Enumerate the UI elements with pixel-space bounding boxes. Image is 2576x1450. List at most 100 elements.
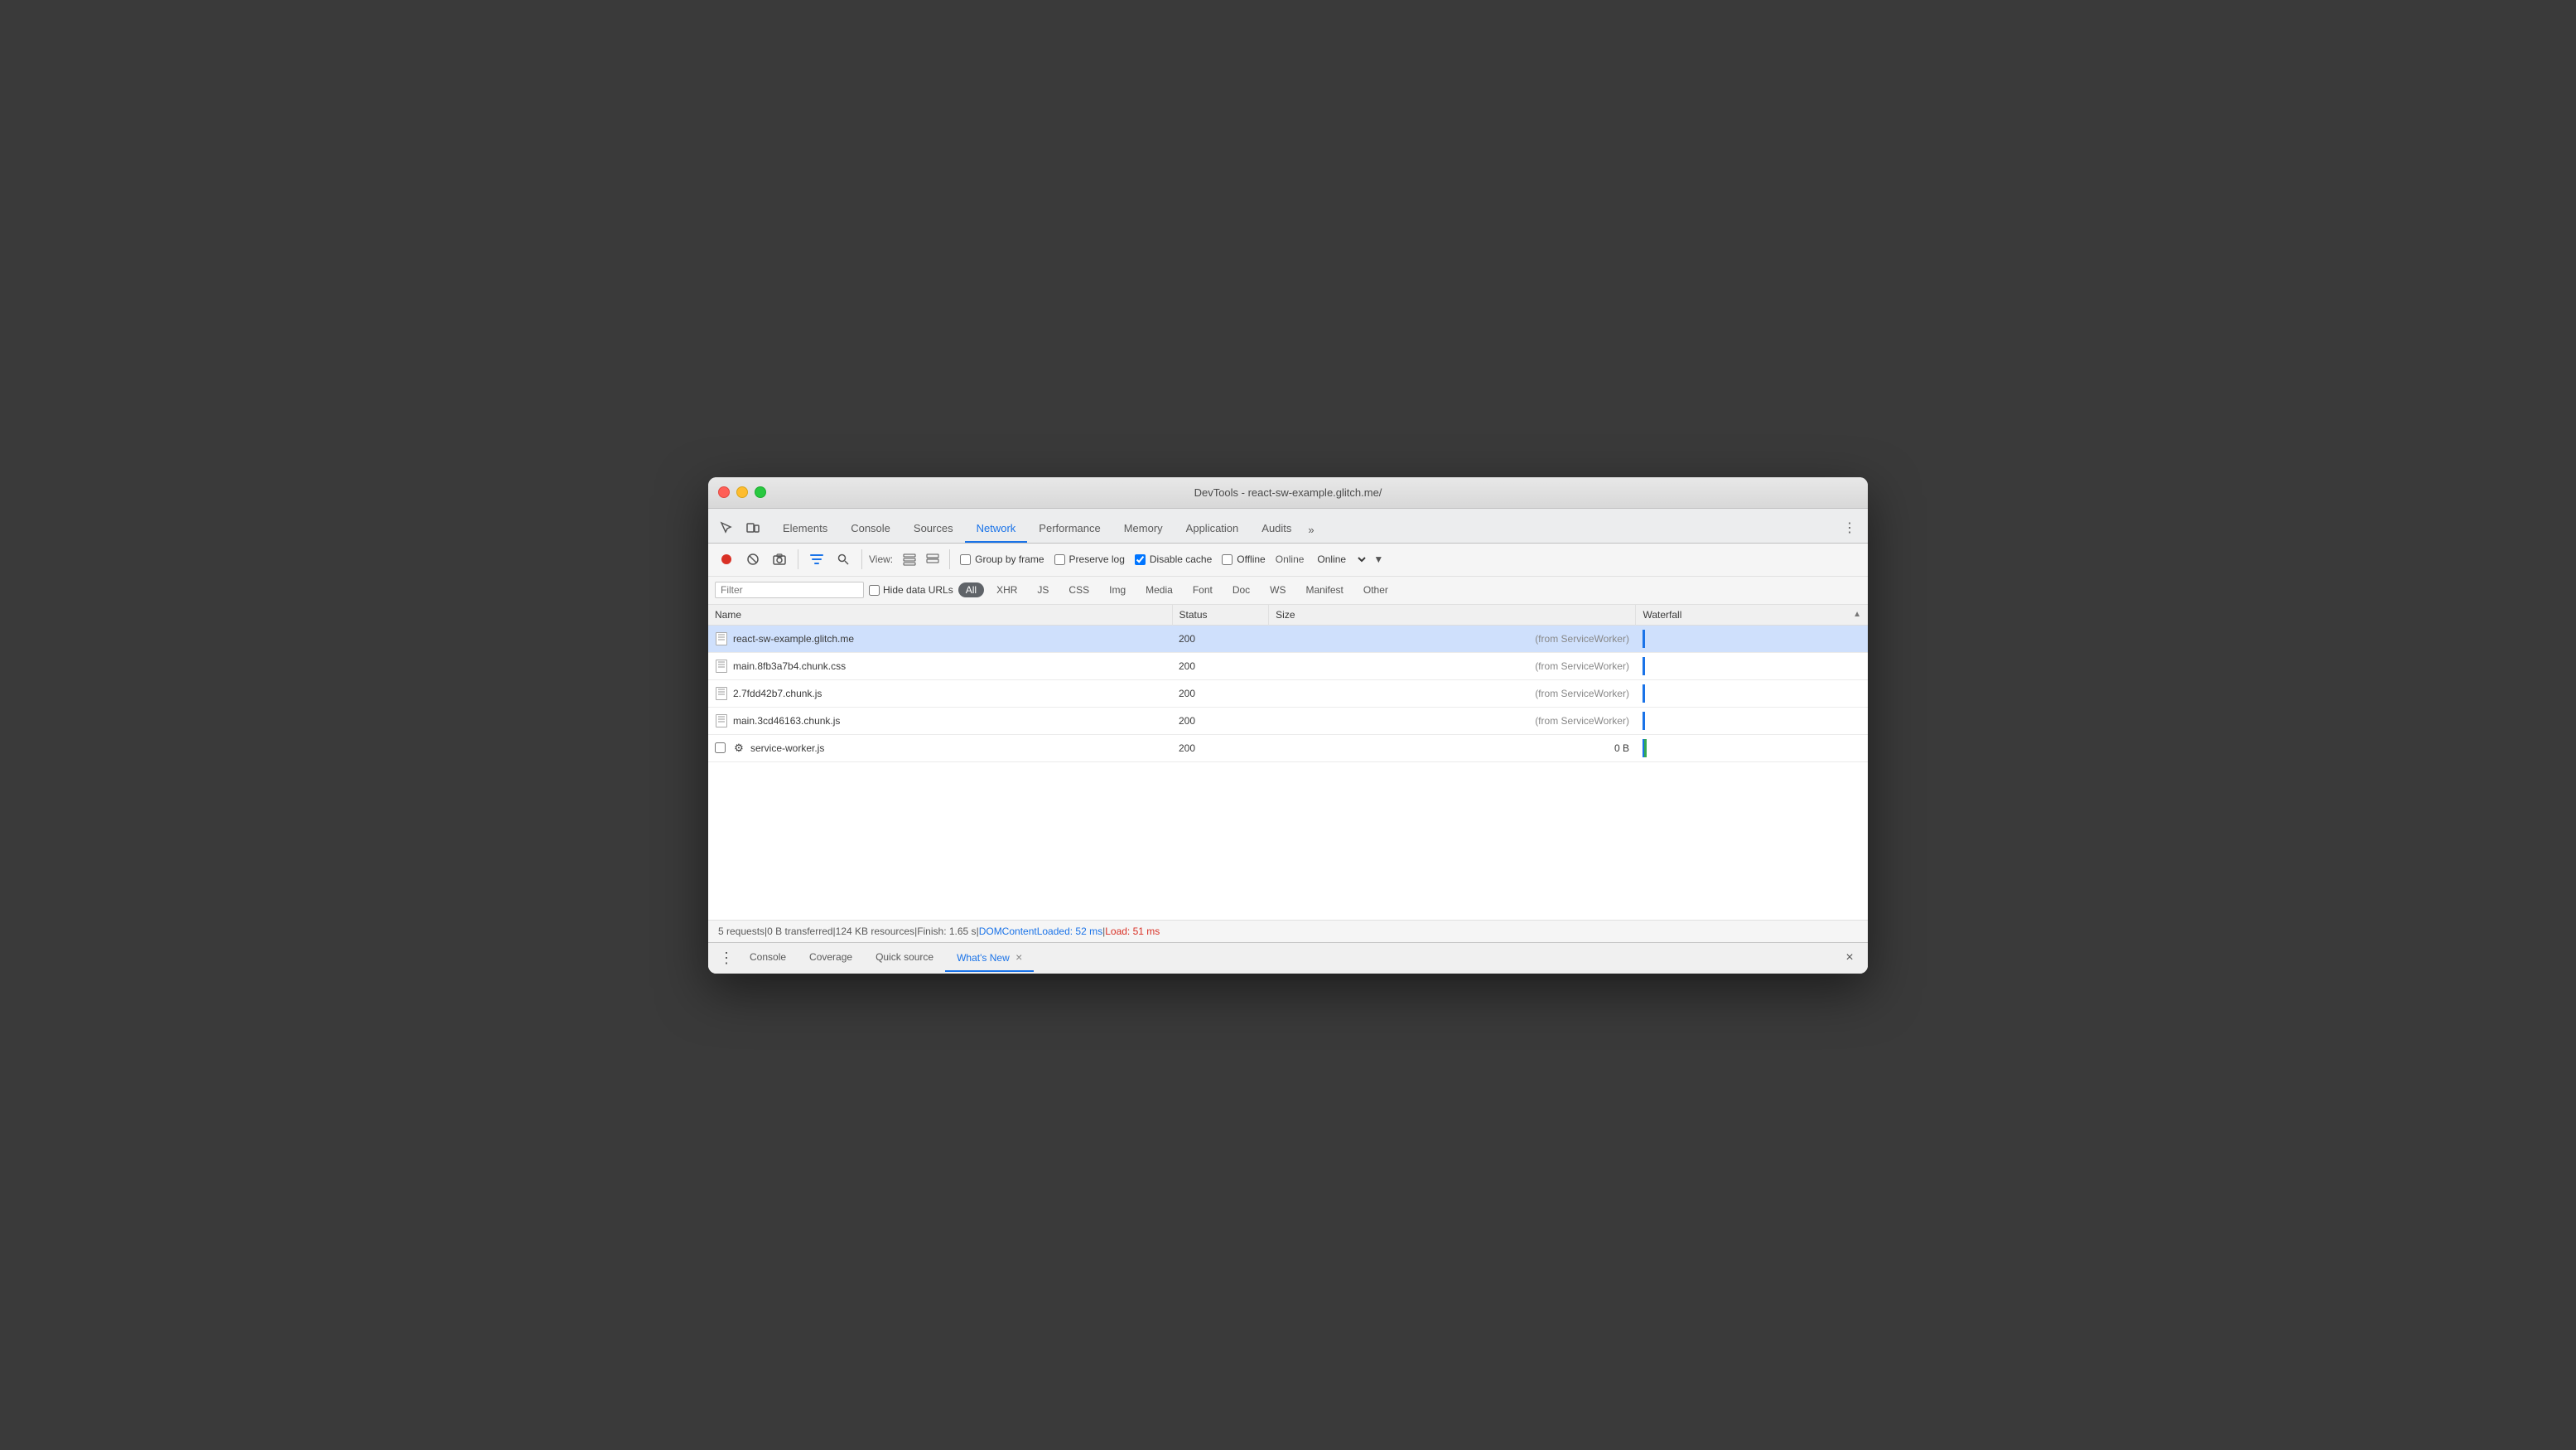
- bottom-tab-menu-button[interactable]: ⋮: [715, 946, 738, 969]
- tab-memory[interactable]: Memory: [1112, 515, 1175, 543]
- list-view-button[interactable]: [900, 549, 919, 569]
- disable-cache-checkbox[interactable]: [1135, 554, 1146, 565]
- filter-font[interactable]: Font: [1185, 582, 1220, 597]
- file-icon: [715, 714, 728, 727]
- filter-img[interactable]: Img: [1102, 582, 1133, 597]
- tab-network[interactable]: Network: [965, 515, 1028, 543]
- hide-data-urls-label[interactable]: Hide data URLs: [869, 584, 953, 596]
- bottom-tab-whats-new[interactable]: What's New ×: [945, 944, 1034, 972]
- bottom-tab-coverage[interactable]: Coverage: [798, 945, 864, 971]
- filter-all[interactable]: All: [958, 582, 984, 597]
- filter-input-wrap: [715, 582, 864, 598]
- preserve-log-checkbox[interactable]: [1054, 554, 1065, 565]
- filter-css[interactable]: CSS: [1061, 582, 1097, 597]
- tab-application[interactable]: Application: [1175, 515, 1251, 543]
- file-icon: [715, 687, 728, 700]
- load-time[interactable]: Load: 51 ms: [1105, 926, 1160, 937]
- row-3-size: (from ServiceWorker): [1269, 679, 1636, 707]
- drawer-close-button[interactable]: ×: [1838, 946, 1861, 969]
- disable-cache-label[interactable]: Disable cache: [1135, 553, 1212, 565]
- record-button[interactable]: [715, 548, 738, 571]
- bottom-tab-quick-source[interactable]: Quick source: [864, 945, 945, 971]
- row-3-name: 2.7fdd42b7.chunk.js: [733, 688, 822, 699]
- row-5-checkbox[interactable]: [715, 742, 726, 753]
- whats-new-close-icon[interactable]: ×: [1015, 950, 1022, 964]
- table-row[interactable]: ⚙ service-worker.js 200 0 B: [708, 734, 1868, 761]
- tab-performance[interactable]: Performance: [1027, 515, 1112, 543]
- row-5-size: 0 B: [1269, 734, 1636, 761]
- network-table-container[interactable]: Name Status Size Waterfall ▲: [708, 605, 1868, 920]
- row-5-status: 200: [1172, 734, 1269, 761]
- offline-label[interactable]: Offline: [1222, 553, 1265, 565]
- table-empty-row: [708, 761, 1868, 920]
- more-tabs-button[interactable]: »: [1303, 517, 1319, 543]
- throttle-dropdown-icon[interactable]: ▼: [1373, 553, 1383, 565]
- filter-media[interactable]: Media: [1138, 582, 1180, 597]
- transferred-size: 0 B transferred: [767, 926, 832, 937]
- minimize-button[interactable]: [736, 486, 748, 498]
- throttle-select[interactable]: Online Fast 3G Slow 3G Offline: [1314, 553, 1368, 566]
- detail-view-button[interactable]: [923, 549, 943, 569]
- filter-bar-left: Hide data URLs All XHR JS CSS Img Media …: [715, 582, 1396, 598]
- inspect-icon[interactable]: [715, 516, 738, 539]
- filter-button[interactable]: [805, 548, 828, 571]
- filter-input[interactable]: [721, 584, 853, 596]
- tab-elements[interactable]: Elements: [771, 515, 839, 543]
- col-header-name[interactable]: Name: [708, 605, 1172, 626]
- row-4-status: 200: [1172, 707, 1269, 734]
- col-header-waterfall[interactable]: Waterfall ▲: [1636, 605, 1868, 626]
- filter-ws[interactable]: WS: [1262, 582, 1293, 597]
- devtools-menu-button[interactable]: ⋮: [1838, 513, 1861, 543]
- row-2-name: main.8fb3a7b4.chunk.css: [733, 660, 846, 672]
- group-by-frame-label[interactable]: Group by frame: [960, 553, 1044, 565]
- tab-console[interactable]: Console: [839, 515, 902, 543]
- col-header-status[interactable]: Status: [1172, 605, 1269, 626]
- preserve-log-label[interactable]: Preserve log: [1054, 553, 1125, 565]
- bottom-tab-bar: ⋮ Console Coverage Quick source What's N…: [708, 942, 1868, 974]
- camera-button[interactable]: [768, 548, 791, 571]
- search-button[interactable]: [832, 548, 855, 571]
- close-button[interactable]: [718, 486, 730, 498]
- table-row[interactable]: react-sw-example.glitch.me 200 (from Ser…: [708, 625, 1868, 652]
- row-1-size: (from ServiceWorker): [1269, 625, 1636, 652]
- table-row[interactable]: main.3cd46163.chunk.js 200 (from Service…: [708, 707, 1868, 734]
- disable-cache-text: Disable cache: [1150, 553, 1212, 565]
- filter-other[interactable]: Other: [1356, 582, 1396, 597]
- filter-xhr[interactable]: XHR: [989, 582, 1025, 597]
- table-row[interactable]: main.8fb3a7b4.chunk.css 200 (from Servic…: [708, 652, 1868, 679]
- preserve-log-text: Preserve log: [1069, 553, 1125, 565]
- nav-icons: [715, 516, 765, 543]
- filter-js[interactable]: JS: [1030, 582, 1056, 597]
- dom-content-loaded[interactable]: DOMContentLoaded: 52 ms: [979, 926, 1102, 937]
- finish-time: Finish: 1.65 s: [917, 926, 976, 937]
- row-2-name-cell: main.8fb3a7b4.chunk.css: [708, 652, 1172, 679]
- col-header-size[interactable]: Size: [1269, 605, 1636, 626]
- file-icon: [715, 660, 728, 673]
- row-4-name: main.3cd46163.chunk.js: [733, 715, 840, 727]
- row-4-name-cell: main.3cd46163.chunk.js: [708, 707, 1172, 734]
- row-5-name: service-worker.js: [750, 742, 824, 754]
- hide-data-urls-checkbox[interactable]: [869, 585, 880, 596]
- table-row[interactable]: 2.7fdd42b7.chunk.js 200 (from ServiceWor…: [708, 679, 1868, 707]
- devtools-window: DevTools - react-sw-example.glitch.me/ E…: [708, 477, 1868, 974]
- filter-manifest[interactable]: Manifest: [1299, 582, 1351, 597]
- row-4-size: (from ServiceWorker): [1269, 707, 1636, 734]
- traffic-lights: [718, 486, 766, 498]
- group-by-frame-checkbox[interactable]: [960, 554, 971, 565]
- top-tab-bar: Elements Console Sources Network Perform…: [708, 509, 1868, 544]
- row-3-name-cell: 2.7fdd42b7.chunk.js: [708, 679, 1172, 707]
- row-1-name: react-sw-example.glitch.me: [733, 633, 854, 645]
- tab-sources[interactable]: Sources: [902, 515, 965, 543]
- filter-doc[interactable]: Doc: [1225, 582, 1257, 597]
- offline-checkbox[interactable]: [1222, 554, 1233, 565]
- clear-button[interactable]: [741, 548, 765, 571]
- device-toggle-icon[interactable]: [741, 516, 765, 539]
- row-2-size: (from ServiceWorker): [1269, 652, 1636, 679]
- devtools-body: Elements Console Sources Network Perform…: [708, 509, 1868, 974]
- view-label: View:: [869, 553, 893, 565]
- tab-audits[interactable]: Audits: [1250, 515, 1303, 543]
- bottom-tab-console[interactable]: Console: [738, 945, 798, 971]
- maximize-button[interactable]: [755, 486, 766, 498]
- network-toolbar: View: Group by frame: [708, 544, 1868, 577]
- row-1-status: 200: [1172, 625, 1269, 652]
